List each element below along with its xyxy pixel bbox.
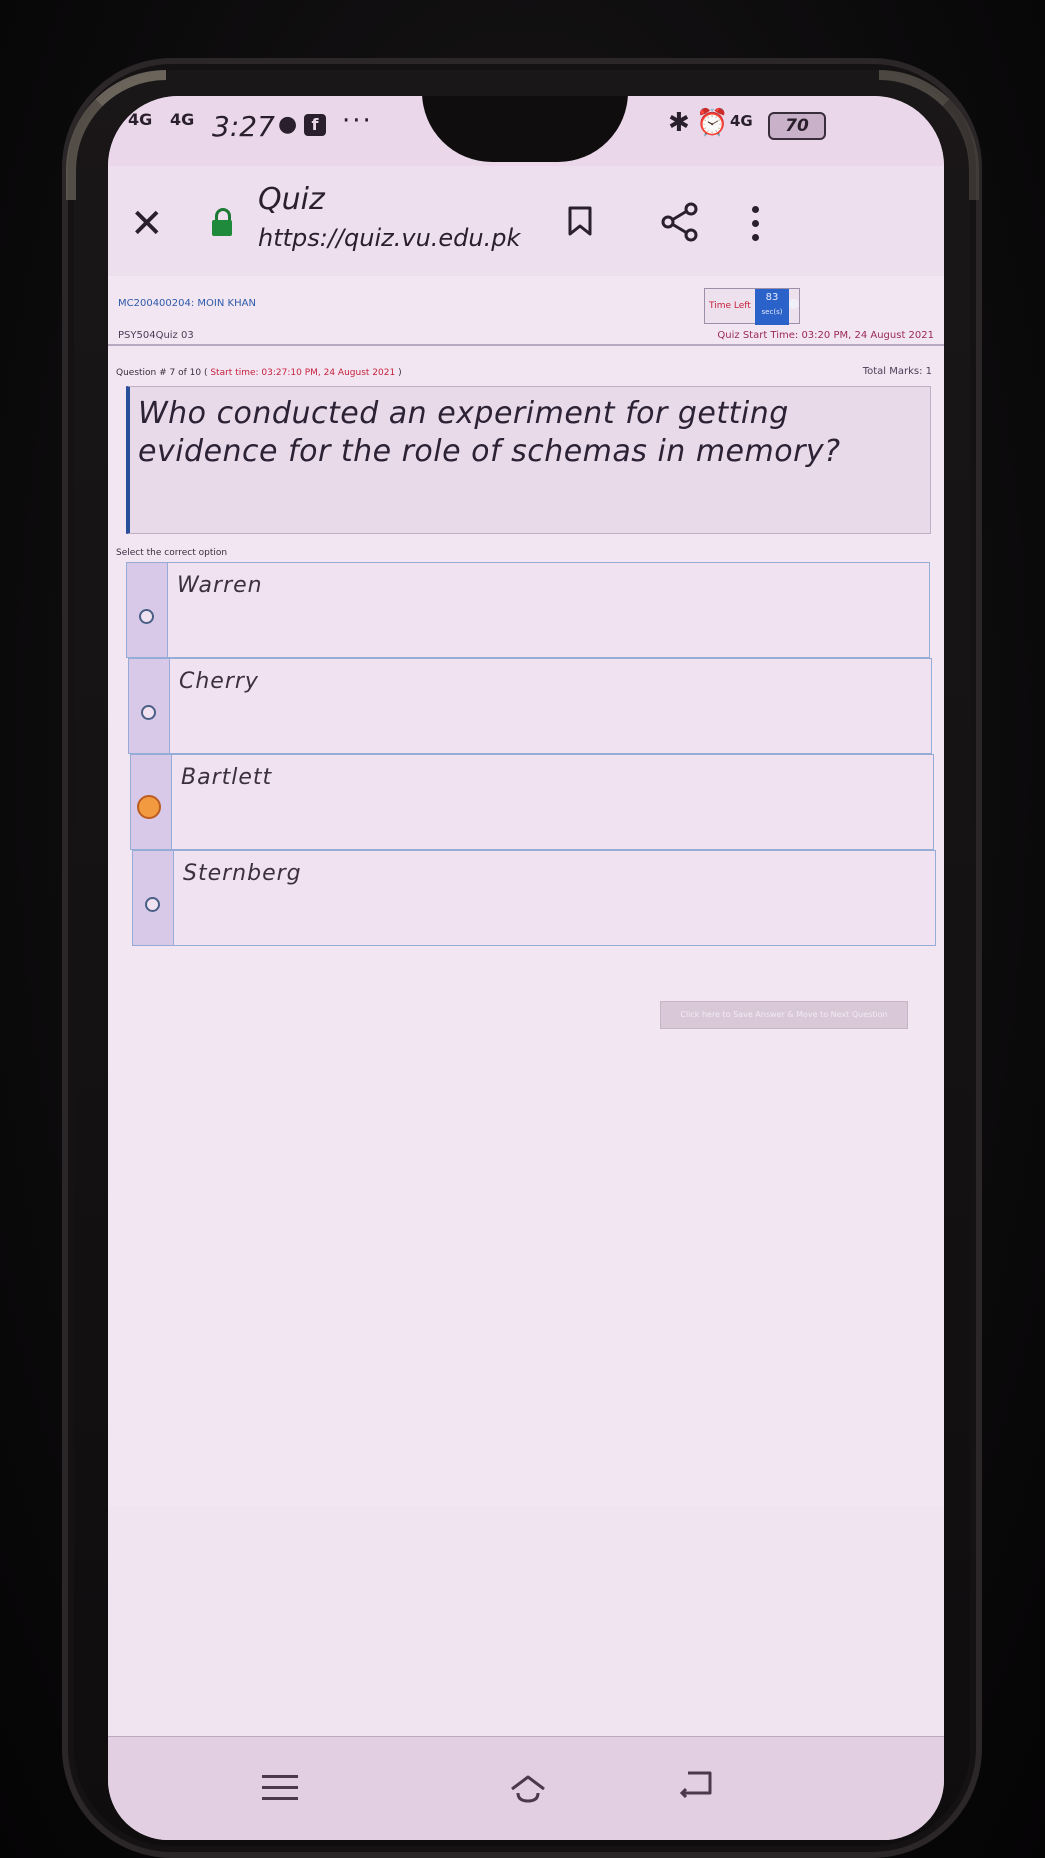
answer-option[interactable]: Bartlett	[130, 754, 934, 850]
radio-button[interactable]	[141, 705, 156, 720]
overflow-menu-icon[interactable]	[750, 204, 760, 244]
lock-icon[interactable]	[212, 208, 232, 238]
facebook-icon: f	[304, 114, 326, 136]
time-left-label: Time Left	[709, 301, 751, 311]
time-left-seconds: 83	[765, 292, 779, 303]
select-option-label: Select the correct option	[116, 548, 228, 558]
alarm-icon: ⏰	[696, 108, 729, 138]
more-notifications-icon: ···	[342, 106, 373, 136]
quiz-start-time: Quiz Start Time: 03:20 PM, 24 August 202…	[717, 330, 934, 341]
browser-toolbar: ✕ Quiz https://quiz.vu.edu.pk	[108, 166, 944, 276]
navigation-bar	[108, 1736, 944, 1840]
page-title: Quiz	[258, 182, 325, 217]
chat-bubble-icon: ●	[278, 112, 298, 137]
radio-button[interactable]	[139, 609, 154, 624]
timer-icon	[789, 299, 799, 309]
option-label: Cherry	[179, 669, 259, 694]
student-name: MC200400204: MOIN KHAN	[118, 298, 256, 309]
question-text: Who conducted an experiment for getting …	[138, 396, 841, 469]
question-start-time: Start time: 03:27:10 PM, 24 August 2021	[210, 368, 396, 378]
bookmark-icon[interactable]	[568, 206, 592, 236]
status-time: 3:27	[212, 110, 275, 143]
time-left-box: Time Left 83 sec(s)	[704, 288, 800, 325]
save-next-button[interactable]: Click here to Save Answer & Move to Next…	[660, 1001, 908, 1029]
phone-screen: 4G 4G 3:27 ● f ··· ✱ ⏰ 4G 70 ✕ Quiz http…	[108, 96, 944, 1840]
time-left-unit: sec(s)	[761, 308, 783, 316]
radio-cell[interactable]	[133, 851, 174, 945]
bluetooth-icon: ✱	[668, 108, 690, 138]
close-button[interactable]: ✕	[130, 204, 164, 244]
question-number: Question # 7 of 10 (	[116, 368, 208, 378]
answer-option[interactable]: Cherry	[128, 658, 932, 754]
total-marks: Total Marks: 1	[862, 366, 932, 377]
question-box: Who conducted an experiment for getting …	[126, 386, 931, 534]
quiz-code: PSY504Quiz 03	[118, 330, 194, 341]
answer-option[interactable]: Warren	[126, 562, 930, 658]
home-icon[interactable]	[508, 1769, 548, 1809]
option-label: Sternberg	[183, 861, 302, 886]
radio-button-selected[interactable]	[137, 795, 161, 819]
time-left-value: 83 sec(s)	[755, 289, 789, 325]
signal-icon: 4G	[170, 110, 195, 129]
share-icon[interactable]	[660, 202, 700, 242]
signal-icon: 4G	[128, 110, 153, 129]
quiz-page: MC200400204: MOIN KHAN Time Left 83 sec(…	[108, 276, 944, 1506]
answer-option[interactable]: Sternberg	[132, 850, 936, 946]
radio-cell[interactable]	[129, 659, 170, 753]
radio-button[interactable]	[145, 897, 160, 912]
option-label: Bartlett	[181, 765, 273, 790]
url-text[interactable]: https://quiz.vu.edu.pk	[258, 224, 520, 252]
quiz-header: MC200400204: MOIN KHAN Time Left 83 sec(…	[108, 288, 944, 325]
option-label: Warren	[177, 573, 263, 598]
question-meta: Question # 7 of 10 ( Start time: 03:27:1…	[116, 368, 402, 378]
phone-photo: 4G 4G 3:27 ● f ··· ✱ ⏰ 4G 70 ✕ Quiz http…	[0, 0, 1045, 1858]
recent-apps-icon[interactable]	[262, 1775, 298, 1801]
battery-icon: 70	[768, 112, 826, 140]
question-meta-close: )	[398, 368, 402, 378]
radio-cell[interactable]	[127, 563, 168, 657]
back-icon[interactable]	[678, 1767, 714, 1799]
network-icon: 4G	[730, 112, 753, 130]
divider	[108, 344, 944, 346]
radio-cell[interactable]	[131, 755, 172, 849]
